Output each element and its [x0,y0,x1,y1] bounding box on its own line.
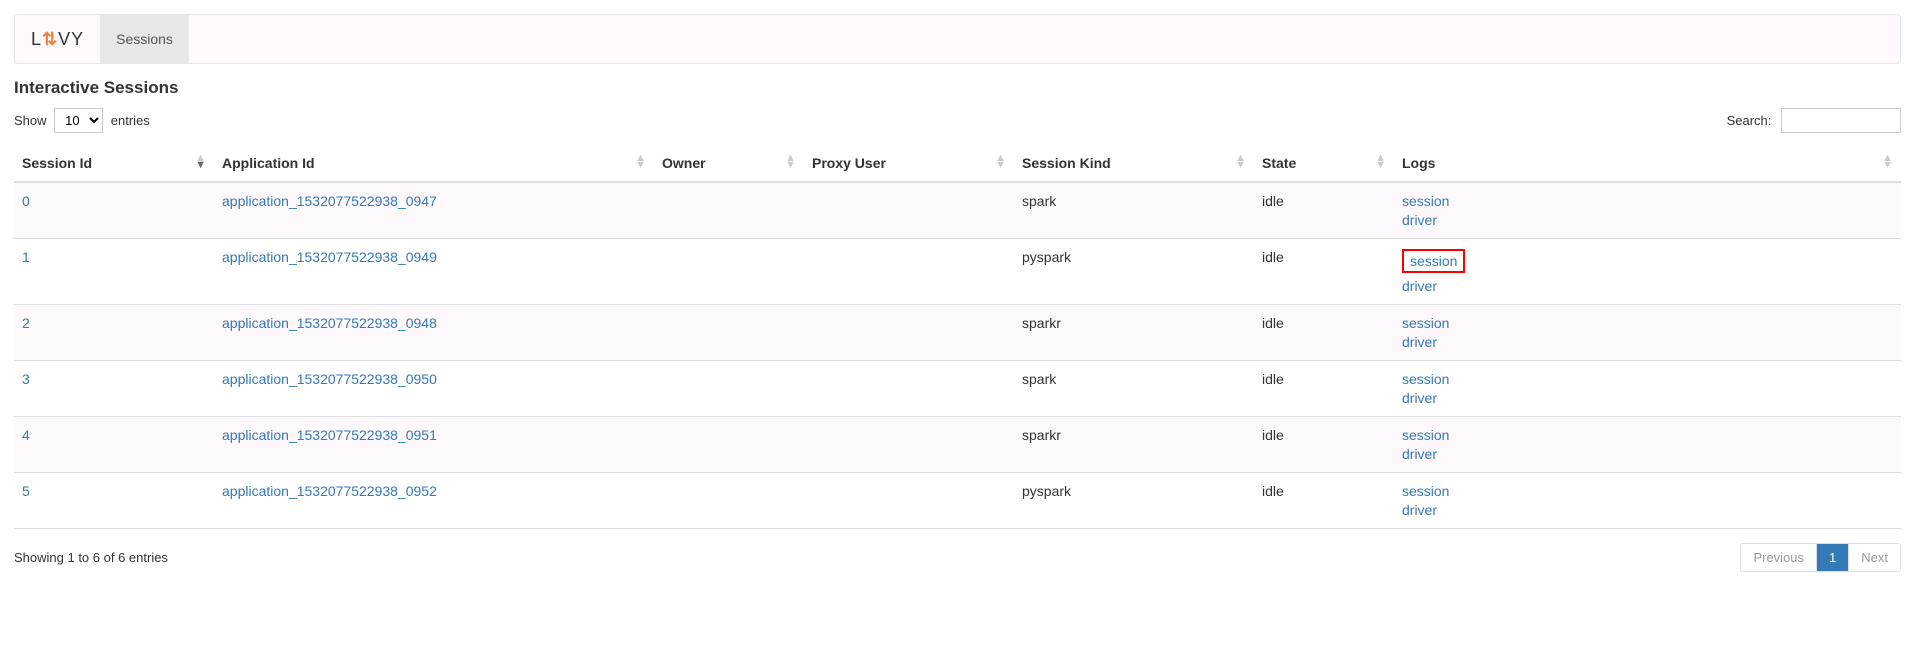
state-cell: idle [1254,473,1394,529]
entries-label: entries [111,113,150,128]
header-proxy-user[interactable]: Proxy User ▲▼ [804,145,1014,182]
header-label: Proxy User [812,155,886,171]
log-session-link[interactable]: session [1402,193,1893,209]
owner-cell [654,182,804,239]
sort-icon: ▲▼ [1375,155,1386,169]
search-label: Search: [1727,113,1772,128]
show-label: Show [14,113,47,128]
log-driver-link[interactable]: driver [1402,334,1893,350]
table-row: 3 application_1532077522938_0950 sparkidle… [14,361,1901,417]
table-info: Showing 1 to 6 of 6 entries [14,550,168,565]
proxy-user-cell [804,361,1014,417]
proxy-user-cell [804,473,1014,529]
table-controls: Show 10 entries Search: [14,108,1901,133]
application-id-link[interactable]: application_1532077522938_0947 [222,193,437,209]
log-session-link[interactable]: session [1402,427,1893,443]
log-driver-link[interactable]: driver [1402,446,1893,462]
sessions-table: Session Id ▲▼ Application Id ▲▼ Owner ▲▼… [14,145,1901,529]
owner-cell [654,239,804,305]
log-driver-link[interactable]: driver [1402,502,1893,518]
session-id-link[interactable]: 0 [22,193,30,209]
session-kind-cell: pyspark [1014,473,1254,529]
brand-right: VY [58,29,84,50]
sort-icon: ▲▼ [995,155,1006,169]
state-cell: idle [1254,361,1394,417]
header-session-kind[interactable]: Session Kind ▲▼ [1014,145,1254,182]
table-row: 4 application_1532077522938_0951 sparkridl… [14,417,1901,473]
brand-left: L [31,29,42,50]
log-driver-link[interactable]: driver [1402,390,1893,406]
state-cell: idle [1254,239,1394,305]
application-id-link[interactable]: application_1532077522938_0948 [222,315,437,331]
pagination: Previous 1 Next [1740,543,1901,572]
table-row: 1 application_1532077522938_0949 pysparkid… [14,239,1901,305]
header-label: Owner [662,155,706,171]
search-control: Search: [1727,108,1901,133]
log-session-link[interactable]: session [1402,315,1893,331]
session-kind-cell: sparkr [1014,417,1254,473]
log-session-link[interactable]: session [1402,249,1893,275]
table-footer: Showing 1 to 6 of 6 entries Previous 1 N… [14,543,1901,572]
owner-cell [654,305,804,361]
state-cell: idle [1254,417,1394,473]
session-id-link[interactable]: 2 [22,315,30,331]
session-id-link[interactable]: 5 [22,483,30,499]
owner-cell [654,417,804,473]
navbar: L⇅VY Sessions [14,14,1901,64]
brand-arrow-icon: ⇅ [42,29,58,50]
nav-sessions[interactable]: Sessions [100,15,189,63]
session-kind-cell: sparkr [1014,305,1254,361]
proxy-user-cell [804,305,1014,361]
header-logs[interactable]: Logs ▲▼ [1394,145,1901,182]
sort-icon: ▲▼ [195,155,206,169]
header-application-id[interactable]: Application Id ▲▼ [214,145,654,182]
session-kind-cell: pyspark [1014,239,1254,305]
header-label: Application Id [222,155,315,171]
state-cell: idle [1254,182,1394,239]
header-label: State [1262,155,1296,171]
length-control: Show 10 entries [14,108,150,133]
next-button[interactable]: Next [1848,544,1900,571]
log-session-link[interactable]: session [1402,371,1893,387]
brand-logo[interactable]: L⇅VY [15,15,100,64]
session-kind-cell: spark [1014,182,1254,239]
header-label: Session Id [22,155,92,171]
table-row: 0 application_1532077522938_0947 sparkidle… [14,182,1901,239]
content: Interactive Sessions Show 10 entries Sea… [0,78,1915,572]
header-owner[interactable]: Owner ▲▼ [654,145,804,182]
header-label: Session Kind [1022,155,1111,171]
search-input[interactable] [1781,108,1901,133]
sort-icon: ▲▼ [785,155,796,169]
header-session-id[interactable]: Session Id ▲▼ [14,145,214,182]
owner-cell [654,361,804,417]
application-id-link[interactable]: application_1532077522938_0949 [222,249,437,265]
session-id-link[interactable]: 1 [22,249,30,265]
session-id-link[interactable]: 4 [22,427,30,443]
header-state[interactable]: State ▲▼ [1254,145,1394,182]
sort-icon: ▲▼ [1235,155,1246,169]
sort-icon: ▲▼ [635,155,646,169]
table-row: 2 application_1532077522938_0948 sparkridl… [14,305,1901,361]
proxy-user-cell [804,239,1014,305]
application-id-link[interactable]: application_1532077522938_0952 [222,483,437,499]
proxy-user-cell [804,182,1014,239]
header-label: Logs [1402,155,1435,171]
owner-cell [654,473,804,529]
log-driver-link[interactable]: driver [1402,278,1893,294]
state-cell: idle [1254,305,1394,361]
session-kind-cell: spark [1014,361,1254,417]
page-heading: Interactive Sessions [14,78,1901,98]
log-session-link[interactable]: session [1402,483,1893,499]
application-id-link[interactable]: application_1532077522938_0950 [222,371,437,387]
sort-icon: ▲▼ [1882,155,1893,169]
proxy-user-cell [804,417,1014,473]
prev-button[interactable]: Previous [1741,544,1816,571]
page-size-select[interactable]: 10 [54,108,103,133]
table-row: 5 application_1532077522938_0952 pysparkid… [14,473,1901,529]
session-id-link[interactable]: 3 [22,371,30,387]
application-id-link[interactable]: application_1532077522938_0951 [222,427,437,443]
log-driver-link[interactable]: driver [1402,212,1893,228]
page-number[interactable]: 1 [1816,544,1848,571]
